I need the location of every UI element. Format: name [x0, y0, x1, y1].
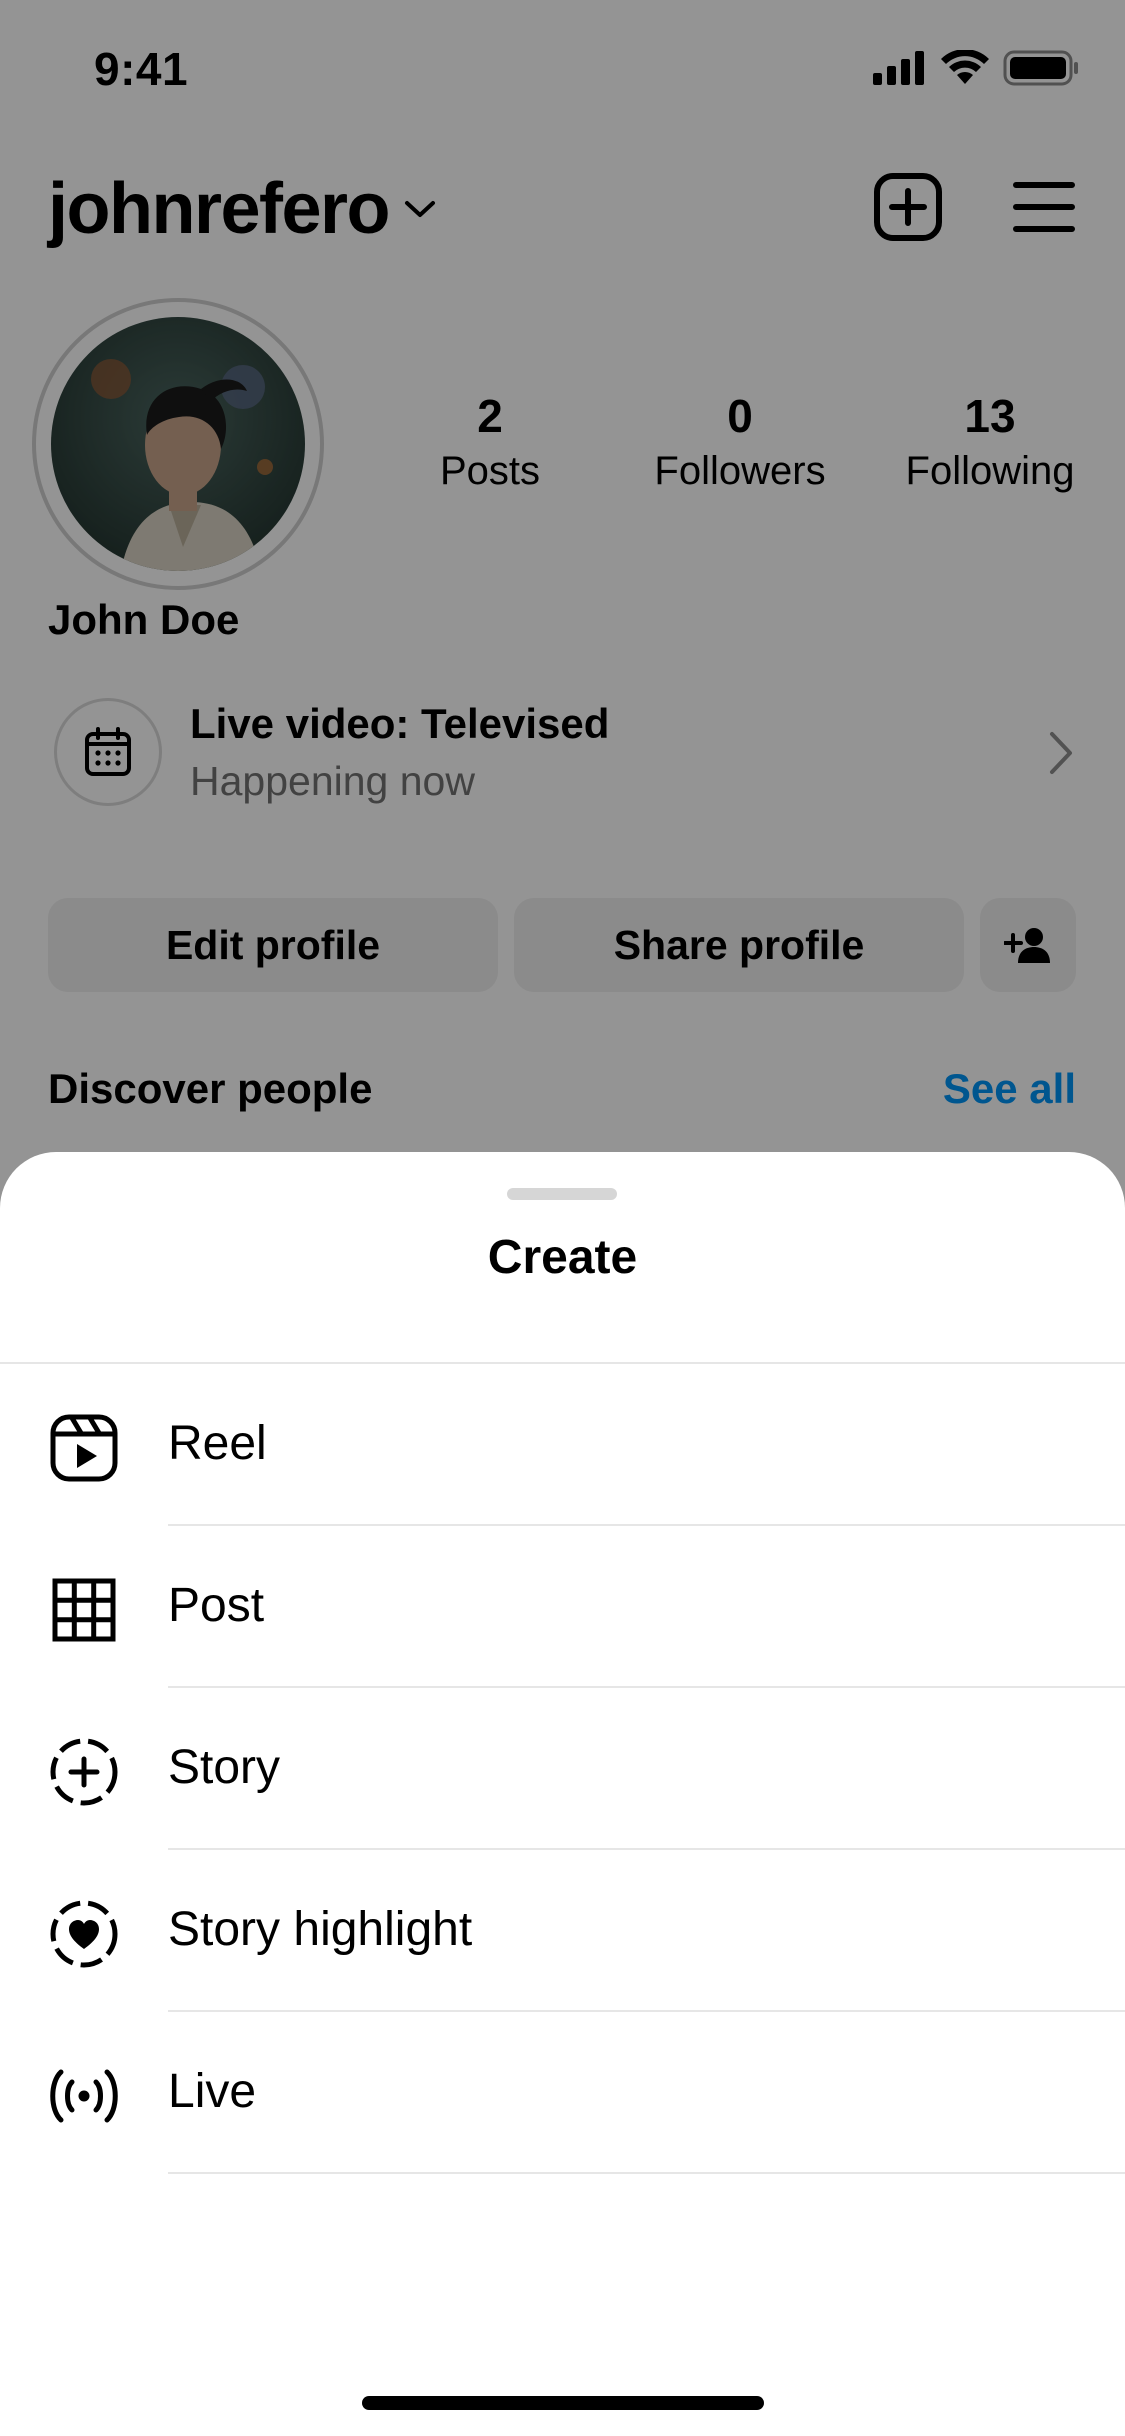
menu-item-story[interactable]: Story [0, 1688, 1125, 1850]
menu-item-label: Live [168, 2065, 257, 2118]
menu-item-story-highlight[interactable]: Story highlight [0, 1850, 1125, 2012]
menu-item-label: Story [168, 1741, 281, 1794]
home-indicator[interactable] [362, 2396, 764, 2410]
menu-item-post[interactable]: Post [0, 1526, 1125, 1688]
grid-icon [48, 1574, 120, 1646]
menu-item-reel[interactable]: Reel [0, 1364, 1125, 1526]
reel-icon [48, 1412, 120, 1484]
menu-separator [168, 2172, 1125, 2174]
menu-item-label: Post [168, 1579, 265, 1632]
sheet-grabber[interactable] [507, 1188, 617, 1200]
create-bottom-sheet: Create Reel Post Story Story highlight L… [0, 1152, 1125, 2436]
menu-item-label: Story highlight [168, 1903, 473, 1956]
story-highlight-icon [48, 1898, 120, 1970]
sheet-title: Create [487, 1231, 638, 1284]
menu-item-label: Reel [168, 1417, 267, 1470]
create-menu-list: Reel Post Story Story highlight Live [0, 1364, 1125, 2174]
live-icon [48, 2060, 120, 2132]
menu-item-live[interactable]: Live [0, 2012, 1125, 2174]
story-add-icon [48, 1736, 120, 1808]
